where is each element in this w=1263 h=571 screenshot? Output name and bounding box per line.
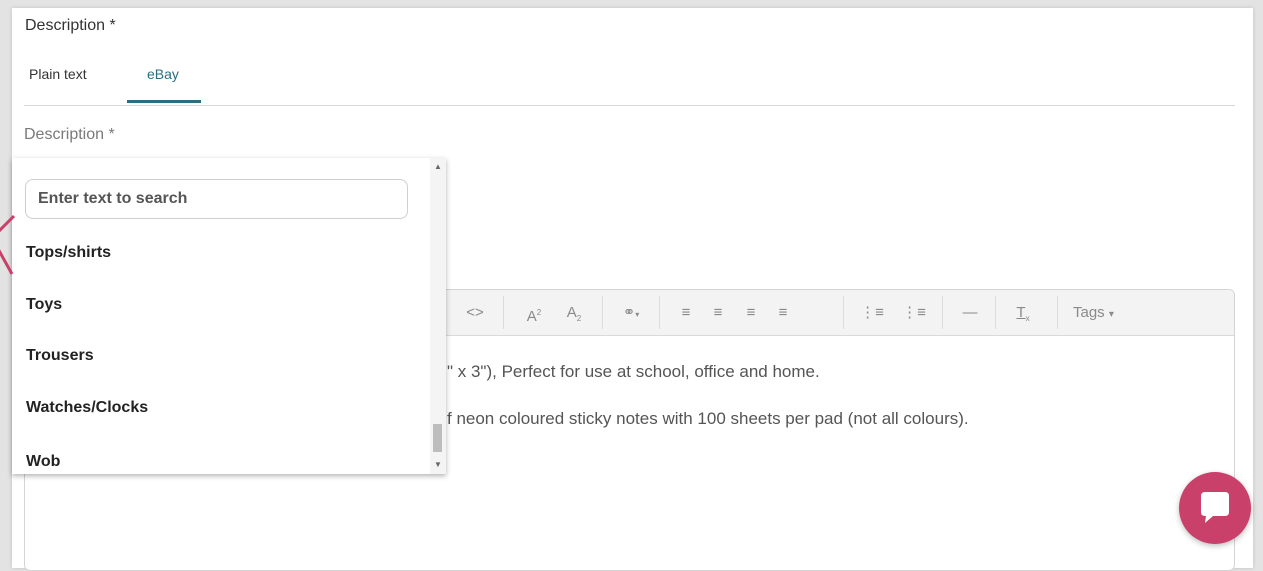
tags-label: Tags: [1073, 304, 1105, 321]
list-item[interactable]: Trousers: [26, 347, 94, 365]
code-icon[interactable]: <>: [460, 290, 490, 335]
bullet-list-icon[interactable]: ⋮≡: [860, 290, 884, 335]
toolbar-divider: [995, 296, 996, 329]
subscript-icon[interactable]: A2: [562, 290, 586, 335]
toolbar-divider: [659, 296, 660, 329]
link-icon[interactable]: ⚭▾: [617, 290, 645, 335]
toolbar-divider: [503, 296, 504, 329]
align-center-icon[interactable]: ≡: [706, 290, 730, 335]
chevron-down-icon: ▾: [1108, 309, 1114, 320]
tab-ebay[interactable]: eBay: [147, 66, 179, 82]
list-item[interactable]: Tops/shirts: [26, 244, 111, 262]
align-left-icon[interactable]: ≡: [674, 290, 698, 335]
scrollbar-thumb[interactable]: [433, 424, 442, 452]
editor-text-line: " x 3"), Perfect for use at school, offi…: [447, 362, 820, 381]
chat-button[interactable]: [1179, 472, 1251, 544]
align-justify-icon[interactable]: ≡: [771, 290, 795, 335]
list-item[interactable]: Wob: [26, 453, 60, 471]
editor-text-line: f neon coloured sticky notes with 100 sh…: [447, 409, 969, 428]
numbered-list-icon[interactable]: ⋮≡: [902, 290, 926, 335]
list-item[interactable]: Toys: [26, 296, 62, 314]
scroll-down-icon[interactable]: ▼: [434, 460, 442, 469]
section-title: Description *: [25, 17, 116, 34]
category-dropdown[interactable]: Tops/shirts Toys Trousers Watches/Clocks…: [12, 158, 446, 474]
annotation-arrow-icon: [0, 214, 16, 275]
dropdown-scrollbar[interactable]: ▲ ▼: [430, 158, 446, 474]
description-field-label: Description *: [24, 126, 115, 143]
toolbar-divider: [942, 296, 943, 329]
list-item[interactable]: Watches/Clocks: [26, 399, 148, 417]
clear-format-icon[interactable]: Tx: [1011, 290, 1035, 335]
search-input[interactable]: [25, 179, 408, 219]
toolbar-divider: [1057, 296, 1058, 329]
chat-icon: [1201, 492, 1229, 523]
tab-plain-text[interactable]: Plain text: [29, 66, 87, 82]
align-right-icon[interactable]: ≡: [739, 290, 763, 335]
description-tabs: Plain text eBay: [24, 62, 1235, 106]
toolbar-divider: [843, 296, 844, 329]
active-tab-indicator: [127, 100, 201, 103]
tags-dropdown[interactable]: Tags ▾: [1073, 290, 1133, 335]
superscript-icon[interactable]: A2: [522, 290, 546, 335]
horizontal-rule-icon[interactable]: —: [958, 290, 982, 335]
scroll-up-icon[interactable]: ▲: [434, 162, 442, 171]
toolbar-divider: [602, 296, 603, 329]
